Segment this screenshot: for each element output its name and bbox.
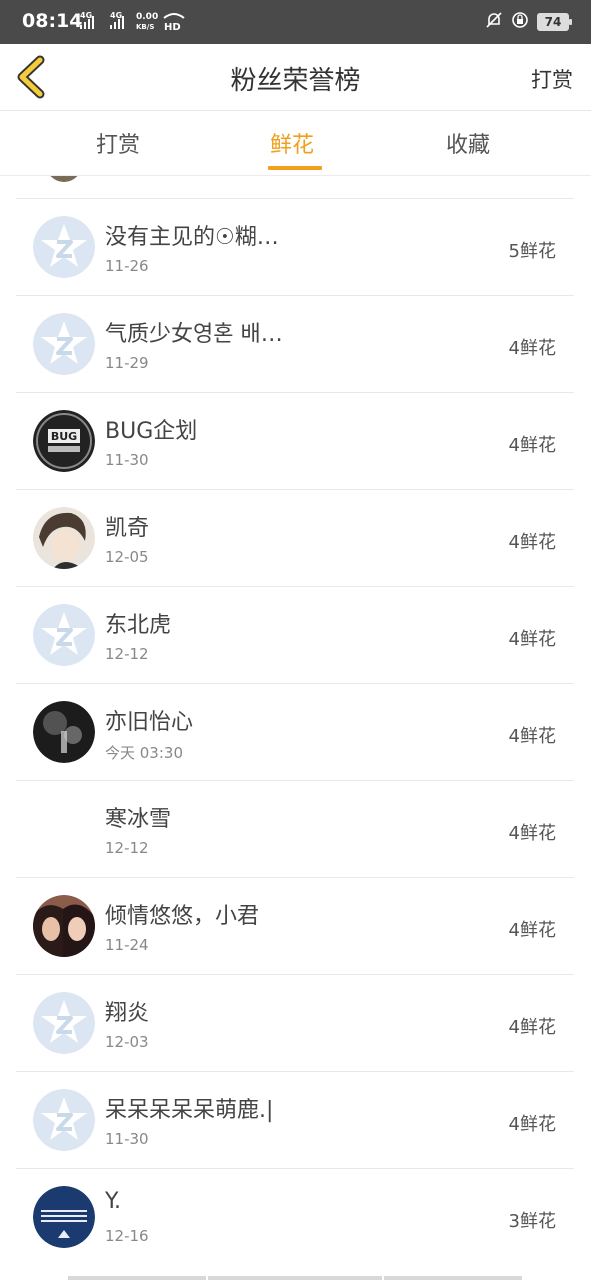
blue-stripes-avatar: [33, 1186, 95, 1248]
default-avatar-icon: [33, 313, 95, 375]
flower-count: 4鲜花: [508, 338, 556, 359]
tab-favorites[interactable]: 收藏: [446, 127, 490, 159]
nav-gesture-bar: [68, 1276, 206, 1280]
fan-list[interactable]: 没有主见的☉糊… 11-26 5鲜花 气质少女영혼 배… 11-29 4鲜花 B…: [0, 176, 591, 1280]
page-title: 粉丝荣誉榜: [230, 66, 361, 96]
hd-label: HD: [164, 22, 181, 33]
fan-name: 寒冰雪: [105, 807, 172, 832]
net2-label: 4G: [110, 11, 122, 20]
fan-name: 凯奇: [105, 516, 150, 541]
nav-gesture-bar: [208, 1276, 382, 1280]
fan-date: 12-05: [105, 548, 149, 566]
fan-date: 今天 03:30: [105, 744, 183, 762]
fan-date: 12-03: [105, 1033, 149, 1051]
tab-bar: 打赏 鲜花 收藏: [0, 111, 591, 176]
default-avatar-icon: [33, 604, 95, 666]
tab-flowers[interactable]: 鲜花: [270, 127, 314, 159]
flower-count: 4鲜花: [508, 629, 556, 650]
flower-count: 4鲜花: [508, 920, 556, 941]
fan-name: Y.: [105, 1189, 121, 1214]
net1-label: 4G: [80, 11, 92, 20]
bug-logo-avatar: BUG: [33, 410, 95, 472]
list-item[interactable]: 亦旧怡心 今天 03:30 4鲜花: [16, 683, 574, 781]
default-avatar-icon: [33, 992, 95, 1054]
rotation-lock-icon: [511, 11, 529, 33]
fan-date: 12-16: [105, 1227, 149, 1245]
empty-avatar: [33, 798, 95, 860]
flower-count: 3鲜花: [508, 1211, 556, 1232]
flower-count: 4鲜花: [508, 1114, 556, 1135]
fan-name: 亦旧怡心: [105, 710, 194, 735]
list-item[interactable]: 翔炎 12-03 4鲜花: [16, 974, 574, 1072]
nav-gesture-bar: [384, 1276, 522, 1280]
speed-value: 0.00: [136, 12, 158, 22]
fan-date: 11-29: [105, 354, 149, 372]
list-item[interactable]: 气质少女영혼 배… 11-29 4鲜花: [16, 295, 574, 393]
fan-date: 11-26: [105, 257, 149, 275]
fan-date: 12-12: [105, 839, 149, 857]
avatar: [46, 176, 82, 182]
app-header: 粉丝荣誉榜 打赏: [0, 44, 591, 111]
flower-count: 4鲜花: [508, 532, 556, 553]
list-item[interactable]: 凯奇 12-05 4鲜花: [16, 489, 574, 587]
fan-name: 倾情悠悠，小君: [105, 904, 260, 929]
flower-count: 5鲜花: [508, 241, 556, 262]
list-item[interactable]: 倾情悠悠，小君 11-24 4鲜花: [16, 877, 574, 975]
default-avatar-icon: [33, 1089, 95, 1151]
list-item[interactable]: 寒冰雪 12-12 4鲜花: [16, 780, 574, 878]
fan-date: 11-24: [105, 936, 149, 954]
fan-name: 呆呆呆呆呆萌鹿.|: [105, 1098, 274, 1123]
list-item[interactable]: 呆呆呆呆呆萌鹿.| 11-30 4鲜花: [16, 1071, 574, 1169]
signal-icon: 4G 4G 0.00 KB/S HD: [80, 11, 185, 33]
list-item[interactable]: BUG BUG企划 11-30 4鲜花: [16, 392, 574, 490]
fan-name: 气质少女영혼 배…: [105, 322, 283, 347]
flower-count: 4鲜花: [508, 726, 556, 747]
fan-date: 12-12: [105, 645, 149, 663]
girls-photo-avatar: [33, 895, 95, 957]
tab-reward[interactable]: 打赏: [96, 127, 140, 159]
list-item[interactable]: Y. 12-16 3鲜花: [16, 1168, 574, 1266]
list-item[interactable]: 东北虎 12-12 4鲜花: [16, 586, 574, 684]
svg-text:BUG: BUG: [51, 430, 77, 443]
status-time: 08:14: [22, 10, 83, 32]
status-right: 74: [485, 11, 572, 33]
flower-count: 4鲜花: [508, 1017, 556, 1038]
list-item[interactable]: 没有主见的☉糊… 11-26 5鲜花: [16, 198, 574, 296]
default-avatar-icon: [33, 216, 95, 278]
fan-name: 没有主见的☉糊…: [105, 225, 279, 250]
reward-action-button[interactable]: 打赏: [531, 64, 573, 94]
bell-off-icon: [485, 11, 503, 33]
speed-unit: KB/S: [136, 23, 154, 31]
flower-count: 4鲜花: [508, 435, 556, 456]
fan-name: 东北虎: [105, 613, 172, 638]
status-bar: 08:14 4G 4G 0.00 KB/S HD 74: [0, 0, 591, 44]
dark-photo-avatar: [33, 701, 95, 763]
active-tab-indicator: [268, 166, 322, 170]
network-indicators: 4G 4G 0.00 KB/S HD: [80, 9, 190, 36]
fan-date: 11-30: [105, 1130, 149, 1148]
battery-indicator: 74: [537, 13, 572, 31]
anime-boy-avatar: [33, 507, 95, 569]
flower-count: 4鲜花: [508, 823, 556, 844]
fan-date: 11-30: [105, 451, 149, 469]
fan-name: 翔炎: [105, 1001, 150, 1026]
fan-name: BUG企划: [105, 419, 198, 444]
